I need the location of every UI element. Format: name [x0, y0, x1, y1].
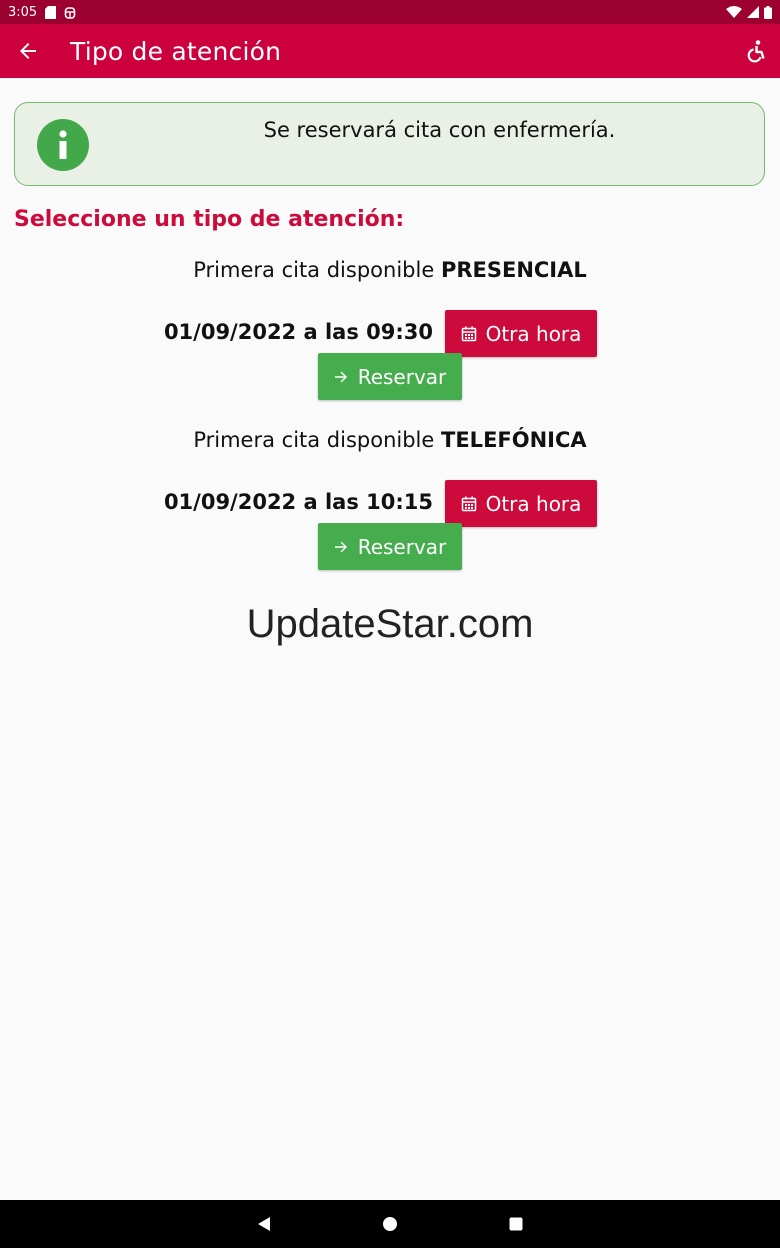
other-time-button[interactable]: Otra hora [445, 310, 597, 357]
back-button[interactable] [0, 24, 56, 78]
reserve-button[interactable]: Reservar [318, 523, 462, 570]
other-time-button[interactable]: Otra hora [445, 480, 597, 527]
reserve-label: Reservar [357, 534, 447, 559]
nav-back-icon [258, 1217, 270, 1231]
reserve-label: Reservar [357, 364, 447, 389]
navigation-bar [0, 1200, 780, 1248]
section-title: Seleccione un tipo de atención: [14, 207, 405, 232]
app-bar: Tipo de atención [0, 24, 780, 78]
appointment-datetime: 01/09/2022 a las 09:30 [163, 320, 433, 344]
other-time-label: Otra hora [485, 321, 582, 346]
arrow-right-icon [334, 541, 347, 552]
page-title: Tipo de atención [70, 36, 282, 66]
appointment-telefonica: Primera cita disponible TELEFÓNICA 01/09… [0, 428, 780, 570]
appointment-presencial: Primera cita disponible PRESENCIAL 01/09… [0, 258, 780, 400]
status-bar: 3:05 [0, 0, 780, 24]
calendar-icon [461, 496, 476, 511]
signal-icon [747, 6, 759, 18]
sd-card-icon [45, 5, 57, 19]
nav-recents-icon [509, 1217, 523, 1231]
appointment-type: PRESENCIAL [440, 258, 587, 282]
info-message: Se reservará cita con enfermería. [263, 118, 616, 142]
back-arrow-icon [20, 43, 36, 59]
nav-home-icon [383, 1217, 397, 1231]
info-icon [37, 119, 89, 171]
other-time-label: Otra hora [485, 491, 582, 516]
nav-back-button[interactable] [201, 1200, 327, 1248]
arrow-right-icon [334, 371, 347, 382]
info-banner: Se reservará cita con enfermería. [14, 102, 765, 186]
status-time: 3:05 [8, 4, 38, 20]
battery-icon [764, 5, 772, 19]
accessibility-icon [747, 40, 765, 63]
first-available-line: Primera cita disponible PRESENCIAL [0, 258, 780, 290]
appointment-type: TELEFÓNICA [441, 428, 587, 452]
reserve-button[interactable]: Reservar [318, 353, 462, 400]
appointment-datetime: 01/09/2022 a las 10:15 [163, 490, 433, 514]
wifi-icon [726, 6, 742, 18]
calendar-icon [461, 326, 476, 341]
watermark: UpdateStar.com [246, 602, 534, 646]
debug-icon [64, 6, 76, 19]
first-available-prefix: Primera cita disponible [193, 258, 435, 282]
accessibility-button[interactable] [730, 24, 780, 78]
first-available-prefix: Primera cita disponible [193, 428, 435, 452]
first-available-line: Primera cita disponible TELEFÓNICA [0, 428, 780, 460]
nav-recents-button[interactable] [453, 1200, 579, 1248]
nav-home-button[interactable] [327, 1200, 453, 1248]
